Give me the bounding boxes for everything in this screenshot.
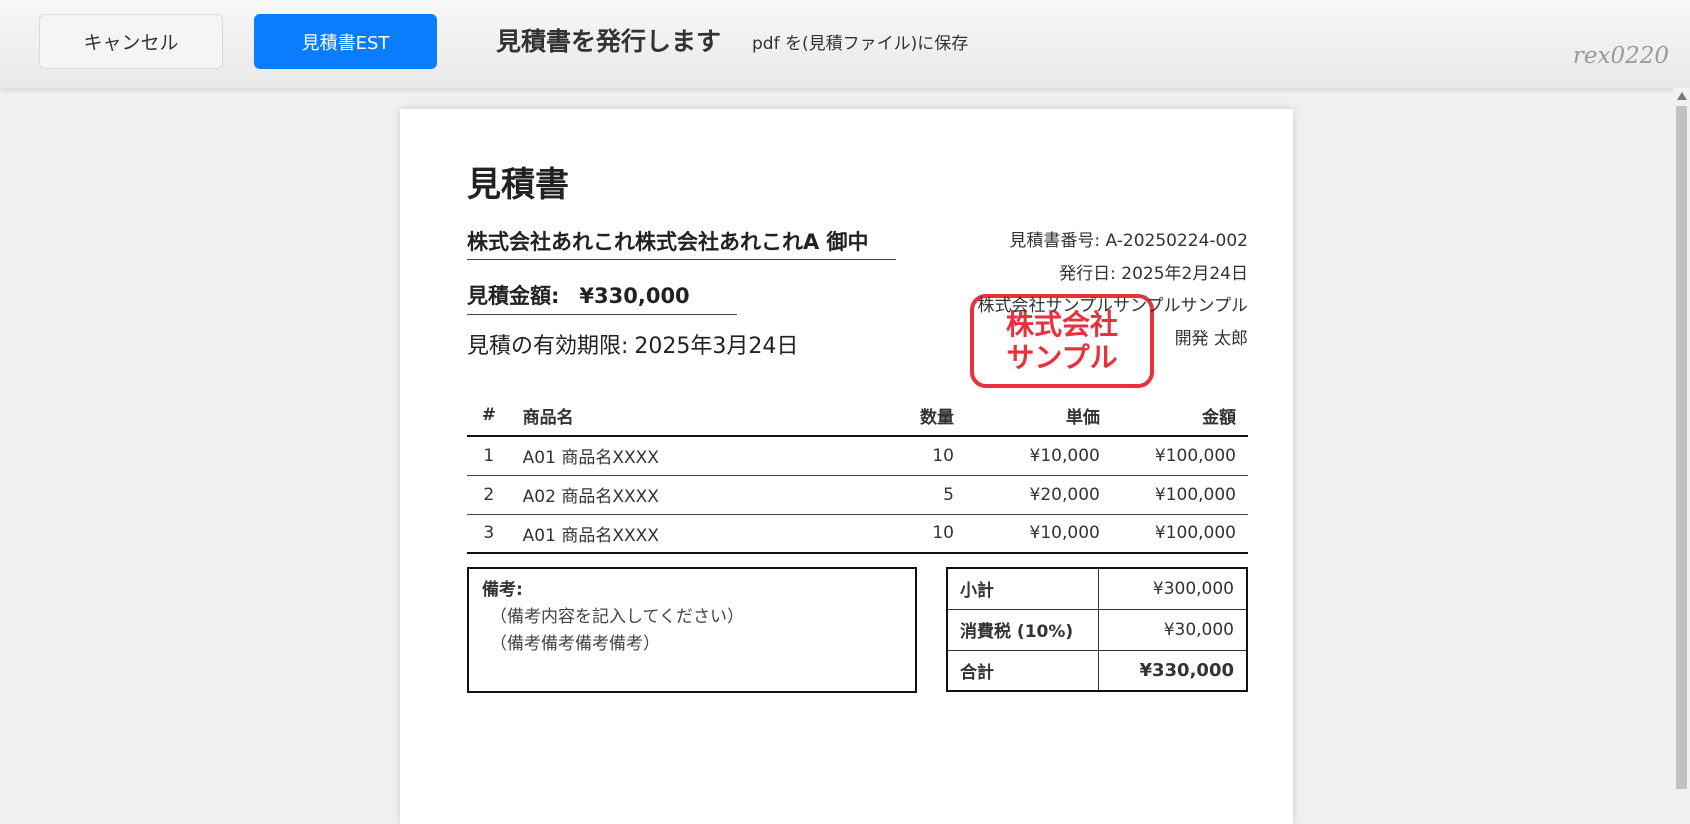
row-unit-price: ¥10,000 [966, 514, 1112, 554]
table-row: 1 A01 商品名XXXX 10 ¥10,000 ¥100,000 [467, 436, 1248, 476]
table-header-row: # 商品名 数量 単価 金額 [467, 395, 1248, 437]
row-product-name: A01 商品名XXXX [510, 436, 853, 476]
header-product-name: 商品名 [510, 395, 853, 437]
notes-box: 備考: （備考内容を記入してください） （備考備考備考備考） [467, 567, 917, 693]
row-number: 3 [467, 514, 511, 554]
row-amount: ¥100,000 [1111, 475, 1248, 515]
validity-period: 見積の有効期限: 2025年3月24日 [467, 328, 798, 360]
subtotal-row: 小計 ¥300,000 [946, 567, 1248, 610]
toolbar-subtext: pdf を(見積ファイル)に保存 [752, 34, 969, 54]
header-amount: 金額 [1111, 395, 1248, 437]
validity-value: 2025年3月24日 [634, 334, 799, 359]
grand-total-label: 合計 [946, 649, 1099, 692]
issue-date: 発行日: 2025年2月24日 [1059, 263, 1248, 284]
notes-label: 備考: [482, 580, 523, 600]
header-unit-price: 単価 [966, 395, 1112, 437]
tax-row: 消費税 (10%) ¥30,000 [946, 608, 1248, 651]
row-quantity: 5 [852, 475, 966, 515]
row-quantity: 10 [852, 514, 966, 554]
header-number: # [467, 395, 511, 437]
document-title: 見積書 [467, 165, 569, 205]
cancel-button[interactable]: キャンセル [39, 14, 223, 69]
document-meta: 見積書番号: A-20250224-002 発行日: 2025年2月24日 株式… [978, 225, 1248, 355]
watermark: rex0220 [1572, 43, 1669, 69]
subtotal-label: 小計 [946, 567, 1099, 610]
row-unit-price: ¥10,000 [966, 436, 1112, 476]
row-product-name: A01 商品名XXXX [510, 514, 853, 554]
quote-number: 見積書番号: A-20250224-002 [1009, 231, 1248, 251]
estimate-amount: 見積金額: ¥330,000 [467, 280, 737, 315]
tax-value: ¥30,000 [1097, 608, 1248, 651]
row-amount: ¥100,000 [1111, 514, 1248, 554]
row-number: 2 [467, 475, 511, 515]
estimate-document: 見積書 株式会社あれこれ株式会社あれこれA 御中 見積金額: ¥330,000 見… [400, 109, 1293, 824]
validity-label: 見積の有効期限: [467, 334, 629, 359]
vertical-scrollbar[interactable] [1673, 88, 1690, 824]
row-product-name: A02 商品名XXXX [510, 475, 853, 515]
notes-line: （備考内容を記入してください） [490, 607, 744, 627]
scroll-up-icon[interactable] [1677, 92, 1687, 100]
header-quantity: 数量 [852, 395, 966, 437]
issuer-company: 株式会社サンプルサンプルサンプル [977, 296, 1248, 316]
table-row: 3 A01 商品名XXXX 10 ¥10,000 ¥100,000 [467, 514, 1248, 554]
client-name: 株式会社あれこれ株式会社あれこれA 御中 [467, 226, 896, 260]
toolbar: キャンセル 見積書EST 見積書を発行します pdf を(見積ファイル)に保存 … [0, 0, 1690, 88]
totals-table: 小計 ¥300,000 消費税 (10%) ¥30,000 合計 ¥330,00… [946, 567, 1248, 692]
amount-label: 見積金額: [467, 284, 560, 308]
amount-value: ¥330,000 [579, 284, 690, 308]
table-row: 2 A02 商品名XXXX 5 ¥20,000 ¥100,000 [467, 475, 1248, 515]
row-number: 1 [467, 436, 511, 476]
grand-total-value: ¥330,000 [1097, 649, 1248, 692]
subtotal-value: ¥300,000 [1097, 567, 1248, 610]
issuer-person: 開発 太郎 [1174, 328, 1248, 349]
scrollbar-thumb[interactable] [1676, 106, 1687, 789]
row-quantity: 10 [852, 436, 966, 476]
toolbar-heading: 見積書を発行します [496, 27, 722, 56]
row-amount: ¥100,000 [1111, 436, 1248, 476]
items-table: # 商品名 数量 単価 金額 1 A01 商品名XXXX 10 ¥10,000 … [467, 395, 1248, 554]
grand-total-row: 合計 ¥330,000 [946, 649, 1248, 692]
issue-estimate-button[interactable]: 見積書EST [254, 14, 437, 69]
tax-label: 消費税 (10%) [946, 608, 1099, 651]
row-unit-price: ¥20,000 [966, 475, 1112, 515]
notes-line: （備考備考備考備考） [490, 634, 660, 654]
